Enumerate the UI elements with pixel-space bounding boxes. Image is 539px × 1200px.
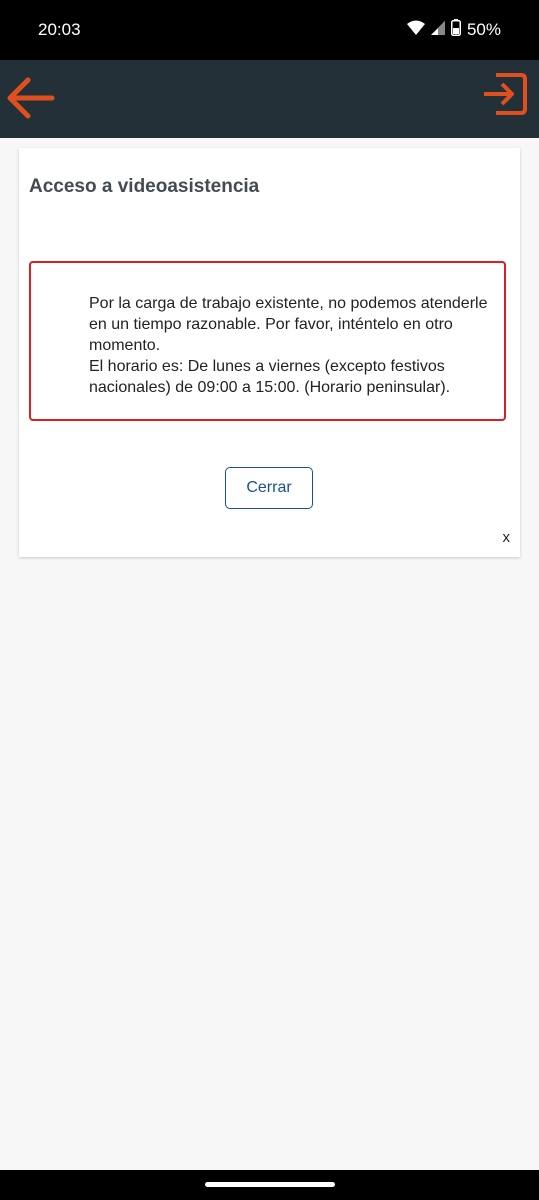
battery-icon [450, 19, 461, 41]
status-icons: 50% [406, 19, 501, 41]
battery-percentage: 50% [466, 20, 501, 39]
logout-button[interactable] [481, 70, 529, 118]
arrow-left-icon [7, 77, 55, 119]
alert-line: Por la carga de trabajo existente, no po… [89, 295, 488, 354]
status-bar: 20:03 50% [0, 0, 539, 60]
home-indicator[interactable] [205, 1182, 335, 1187]
navigation-bar [0, 1170, 539, 1200]
dismiss-button[interactable]: x [503, 529, 511, 546]
close-button[interactable]: Cerrar [225, 467, 313, 509]
error-alert: Por la carga de trabajo existente, no po… [29, 261, 506, 421]
status-time: 20:03 [38, 20, 81, 39]
back-button[interactable] [4, 72, 56, 124]
video-assistance-card: Acceso a videoasistencia Por la carga de… [19, 148, 520, 557]
wifi-icon [406, 20, 425, 41]
alert-message: Por la carga de trabajo existente, no po… [89, 293, 489, 398]
exit-icon [484, 73, 527, 115]
alert-line: El horario es: De lunes a viernes (excep… [89, 358, 451, 396]
app-bar [0, 60, 539, 138]
card-title: Acceso a videoasistencia [29, 176, 260, 197]
signal-icon [430, 20, 445, 41]
